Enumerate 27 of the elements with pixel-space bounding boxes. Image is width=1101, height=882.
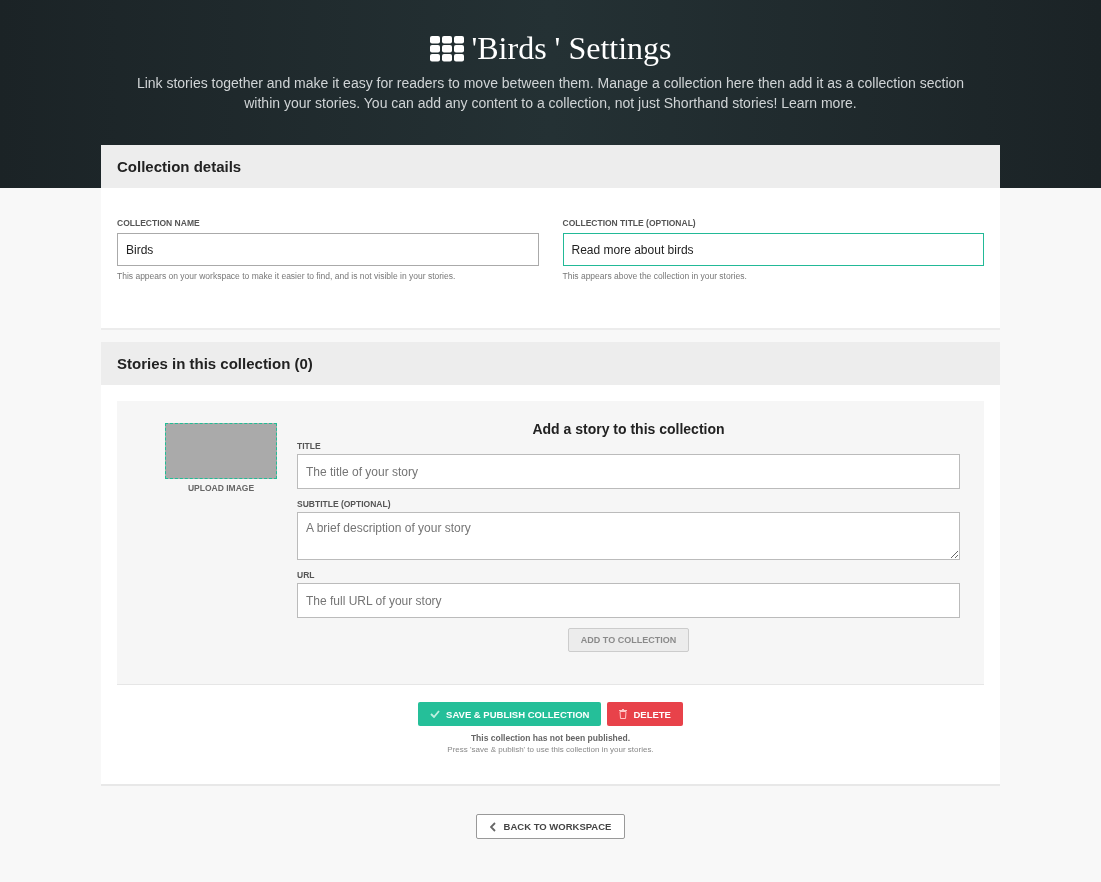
text-field[interactable]: The full URL of your story (297, 583, 960, 618)
page-description: Link stories together and make it easy for readers to move between them. Manage a collection here then add it as a collection section within your stories. You can add any content to a collection, not just Shorthand stories! Learn more. (135, 74, 966, 113)
chevron-left-icon (489, 821, 496, 832)
grid-icon (429, 35, 464, 62)
field-label: SUBTITLE (OPTIONAL) (297, 499, 392, 509)
upload-label: UPLOAD IMAGE (187, 483, 255, 493)
text-field[interactable]: The title of your story (297, 454, 960, 489)
delete-button[interactable]: DELETE (607, 702, 683, 726)
text-area[interactable]: A brief description of your story (297, 512, 960, 560)
check-icon (430, 710, 441, 718)
field-label: COLLECTION TITLE (OPTIONAL) (562, 218, 697, 228)
page-title: 'Birds ' Settings (471, 30, 672, 67)
field-label: COLLECTION NAME (117, 218, 201, 228)
section-title: Collection details (117, 158, 242, 175)
back-button[interactable]: BACK TO WORKSPACE (475, 814, 626, 839)
hint-text: Press 'save & publish' to use this collection in your stories. (446, 745, 655, 754)
help-text: This appears above the collection in your stories. (562, 271, 748, 281)
trash-icon (619, 709, 628, 719)
section-title: Stories in this collection (0) (117, 355, 313, 372)
form-heading: Add a story to this collection (531, 421, 726, 437)
image-upload-area[interactable] (165, 423, 277, 479)
text-field[interactable]: Birds (117, 233, 539, 266)
field-label: URL (297, 570, 316, 580)
field-label: TITLE (297, 441, 322, 451)
text-field[interactable]: Read more about birds (562, 233, 984, 266)
help-text: This appears on your workspace to make it easier to find, and is not visible in your stories. (117, 271, 457, 281)
status-text: This collection has not been published. (469, 733, 632, 743)
